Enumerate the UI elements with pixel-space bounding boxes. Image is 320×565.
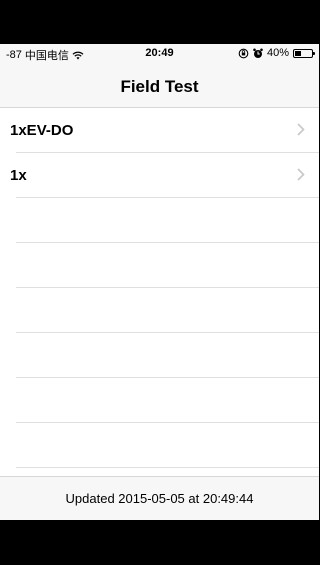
empty-row bbox=[16, 423, 319, 468]
page-title: Field Test bbox=[120, 77, 199, 96]
empty-row bbox=[16, 378, 319, 423]
empty-row bbox=[16, 288, 319, 333]
field-test-list: 1xEV-DO 1x bbox=[0, 108, 319, 468]
battery-icon bbox=[293, 48, 315, 58]
status-right: 40% bbox=[238, 47, 315, 59]
empty-row bbox=[16, 333, 319, 378]
alarm-icon bbox=[253, 48, 263, 59]
list-item-label: 1xEV-DO bbox=[10, 122, 74, 139]
list-item-1x[interactable]: 1x bbox=[10, 153, 319, 198]
status-bar: -87 中国电信 20:49 40% bbox=[0, 44, 319, 64]
list-item-label: 1x bbox=[10, 167, 27, 184]
screen: -87 中国电信 20:49 40% Field Test 1xEV-DO 1x… bbox=[0, 44, 319, 520]
empty-row bbox=[16, 198, 319, 243]
lock-rotation-icon bbox=[238, 48, 249, 59]
navigation-bar: Field Test bbox=[0, 64, 319, 108]
empty-row bbox=[16, 243, 319, 288]
battery-fill bbox=[295, 50, 301, 56]
chevron-right-icon bbox=[297, 123, 305, 141]
list-item-1xev-do[interactable]: 1xEV-DO bbox=[10, 108, 319, 153]
battery-percent: 40% bbox=[266, 47, 289, 59]
chevron-right-icon bbox=[297, 168, 305, 186]
footer-toolbar: Updated 2015-05-05 at 20:49:44 bbox=[0, 476, 319, 520]
updated-timestamp: Updated 2015-05-05 at 20:49:44 bbox=[65, 491, 254, 506]
